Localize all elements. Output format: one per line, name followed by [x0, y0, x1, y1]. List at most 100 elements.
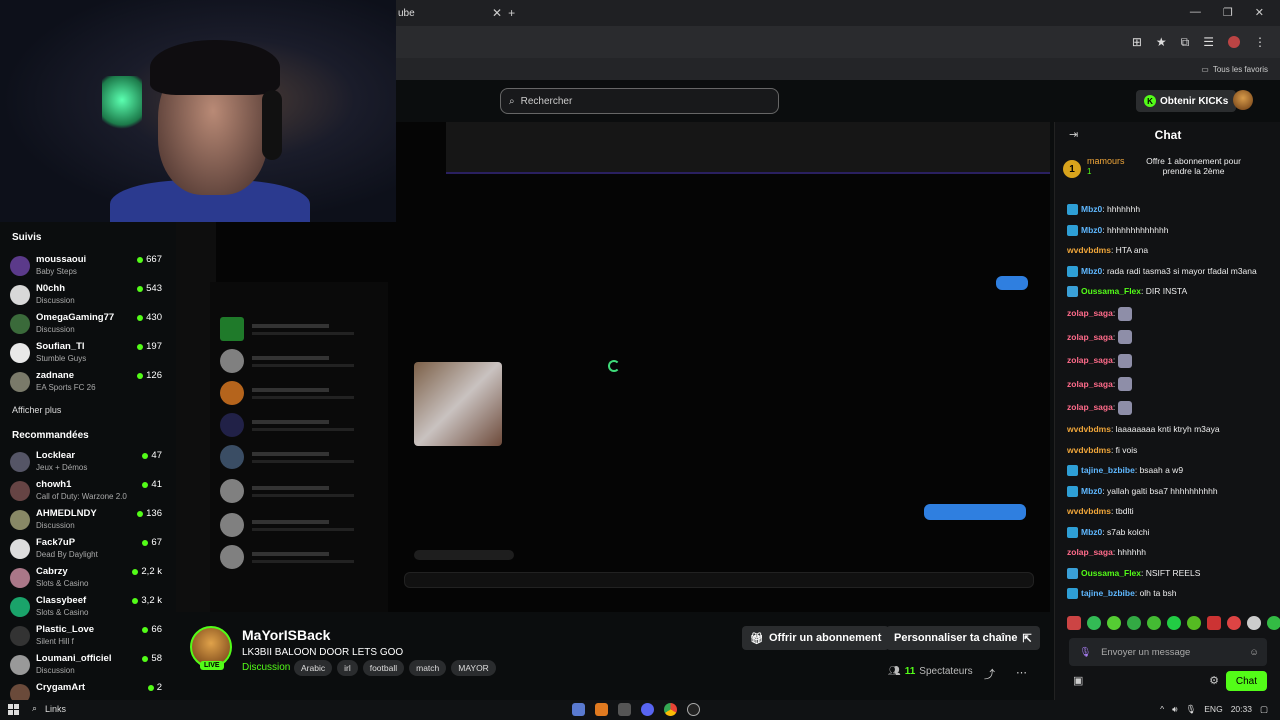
browser-tab[interactable]: ube	[396, 8, 486, 19]
all-bookmarks-label[interactable]: Tous les favoris	[1213, 65, 1268, 74]
emote-icon[interactable]	[1187, 616, 1201, 630]
live-dot-icon	[137, 343, 144, 350]
pinned-user[interactable]: mamours	[1087, 156, 1125, 167]
gear-icon[interactable]: ⚙	[1209, 674, 1219, 687]
profile-icon[interactable]	[1228, 36, 1240, 48]
recommended-channel[interactable]: Fack7uP Dead By Daylight 67	[10, 535, 162, 563]
maximize-icon[interactable]: ❐	[1223, 6, 1233, 19]
customize-channel-button[interactable]: Personnaliser ta chaîne ⇱	[886, 626, 1040, 650]
emote-icon[interactable]	[1067, 616, 1081, 630]
chat-username[interactable]: zolap_saga	[1067, 308, 1113, 319]
search-icon: ⌕	[509, 95, 515, 107]
chat-username[interactable]: Mbz0	[1081, 486, 1102, 497]
tag[interactable]: football	[362, 660, 405, 676]
translate-icon[interactable]: ⊞	[1132, 35, 1142, 49]
gift-icon[interactable]: ▣	[1073, 674, 1083, 687]
emoji-icon[interactable]: ☺	[1249, 647, 1259, 658]
app-icon[interactable]	[618, 703, 631, 716]
emote-icon[interactable]	[1267, 616, 1280, 630]
recommended-channel[interactable]: Plastic_Love Silent Hill f 66	[10, 622, 162, 650]
language-indicator[interactable]: ENG	[1204, 704, 1222, 715]
followed-title: Suivis	[12, 232, 42, 243]
chat-username[interactable]: zolap_saga	[1067, 355, 1113, 366]
chat-username[interactable]: Mbz0	[1081, 225, 1102, 236]
tag[interactable]: match	[409, 660, 447, 676]
emote-icon[interactable]	[1247, 616, 1261, 630]
chat-username[interactable]: zolap_saga	[1067, 547, 1113, 558]
streamer-name[interactable]: MaYorISBack	[242, 627, 330, 643]
chat-username[interactable]: zolap_saga	[1067, 332, 1113, 343]
show-more-link[interactable]: Afficher plus	[12, 405, 61, 415]
chat-username[interactable]: wvdvbdms	[1067, 245, 1111, 256]
stream-category[interactable]: Discussion	[242, 662, 290, 673]
recommended-channel[interactable]: chowh1 Call of Duty: Warzone 2.0 41	[10, 477, 162, 505]
sidebar-icon[interactable]: ☰	[1203, 35, 1214, 49]
close-window-icon[interactable]: ✕	[1255, 6, 1264, 19]
recommended-channel[interactable]: Classybeef Slots & Casino 3,2 k	[10, 593, 162, 621]
chat-username[interactable]: zolap_saga	[1067, 402, 1113, 413]
chat-username[interactable]: tajine_bzbibe	[1081, 465, 1135, 476]
chat-username[interactable]: Oussama_Flex	[1081, 568, 1141, 579]
video-dm-row	[220, 412, 380, 438]
followed-channel[interactable]: zadnane EA Sports FC 26 126	[10, 368, 162, 396]
search-input[interactable]: ⌕ Rechercher	[500, 88, 779, 114]
notification-icon[interactable]: ▢	[1260, 704, 1268, 715]
tag[interactable]: irl	[337, 660, 358, 676]
emote-icon[interactable]	[1167, 616, 1181, 630]
emote-icon[interactable]	[1107, 616, 1121, 630]
chat-username[interactable]: Mbz0	[1081, 266, 1102, 277]
more-options-icon[interactable]: ⋯	[1016, 666, 1027, 679]
taskbar-search[interactable]: ⌕ Links	[32, 703, 66, 714]
emote-icon[interactable]	[1207, 616, 1221, 630]
tag[interactable]: Arabic	[294, 660, 333, 676]
microphone-icon[interactable]: 🎙︎	[1185, 704, 1196, 715]
followed-channel[interactable]: moussaoui Baby Steps 667	[10, 252, 162, 280]
tag[interactable]: MAYOR	[451, 660, 496, 676]
gift-subscription-button[interactable]: 🎁︎ Offrir un abonnement	[742, 626, 890, 650]
extensions-icon[interactable]: ⧉	[1181, 35, 1190, 50]
followed-channel[interactable]: Soufian_Tl Stumble Guys 197	[10, 339, 162, 367]
video-dm-row	[220, 444, 380, 470]
emote-icon[interactable]	[1147, 616, 1161, 630]
chat-username[interactable]: tajine_bzbibe	[1081, 588, 1135, 599]
chevron-up-icon[interactable]: ^	[1160, 704, 1164, 715]
chat-footer: ▣ ⚙ Chat	[1055, 670, 1280, 694]
recommended-channel[interactable]: Cabrzy Slots & Casino 2,2 k	[10, 564, 162, 592]
menu-icon[interactable]: ⋮	[1254, 35, 1266, 49]
share-icon[interactable]: ⤴	[984, 666, 995, 682]
chat-username[interactable]: zolap_saga	[1067, 379, 1113, 390]
followed-channel[interactable]: OmegaGaming77 Discussion 430	[10, 310, 162, 338]
close-tab-icon[interactable]: ✕	[492, 6, 502, 20]
clock[interactable]: 20:33	[1231, 704, 1252, 715]
windows-start-icon[interactable]	[8, 704, 19, 715]
get-kicks-button[interactable]: K Obtenir KICKs	[1136, 90, 1237, 112]
user-avatar[interactable]	[1233, 90, 1253, 110]
recommended-channel[interactable]: Loumani_officiel Discussion 58	[10, 651, 162, 679]
recommended-channel[interactable]: AHMEDLNDY Discussion 136	[10, 506, 162, 534]
new-tab-icon[interactable]: +	[508, 6, 515, 20]
chat-username[interactable]: wvdvbdms	[1067, 424, 1111, 435]
chat-username[interactable]: Oussama_Flex	[1081, 286, 1141, 297]
discord-icon[interactable]	[641, 703, 654, 716]
emote-icon[interactable]	[1127, 616, 1141, 630]
microphone-icon[interactable]: 🎙︎	[1079, 647, 1091, 658]
followed-channel[interactable]: N0chh Discussion 543	[10, 281, 162, 309]
chat-username[interactable]: Mbz0	[1081, 527, 1102, 538]
chat-username[interactable]: wvdvbdms	[1067, 445, 1111, 456]
send-chat-button[interactable]: Chat	[1225, 671, 1267, 691]
minimize-icon[interactable]: —	[1190, 6, 1201, 19]
chat-input[interactable]: 🎙︎ Envoyer un message ☺	[1069, 638, 1267, 666]
app-icon[interactable]	[572, 703, 585, 716]
app-icon[interactable]	[595, 703, 608, 716]
channel-name: N0chh	[36, 283, 66, 294]
app-icon[interactable]	[687, 703, 700, 716]
chat-message: wvdvbdms: HTA ana	[1067, 245, 1267, 256]
emote-icon[interactable]	[1087, 616, 1101, 630]
chat-username[interactable]: Mbz0	[1081, 204, 1102, 215]
chrome-icon[interactable]	[664, 703, 677, 716]
star-icon[interactable]: ★	[1156, 35, 1167, 49]
chat-username[interactable]: wvdvbdms	[1067, 506, 1111, 517]
volume-icon[interactable]: 🔊︎	[1172, 704, 1177, 715]
emote-icon[interactable]	[1227, 616, 1241, 630]
recommended-channel[interactable]: Locklear Jeux + Démos 47	[10, 448, 162, 476]
